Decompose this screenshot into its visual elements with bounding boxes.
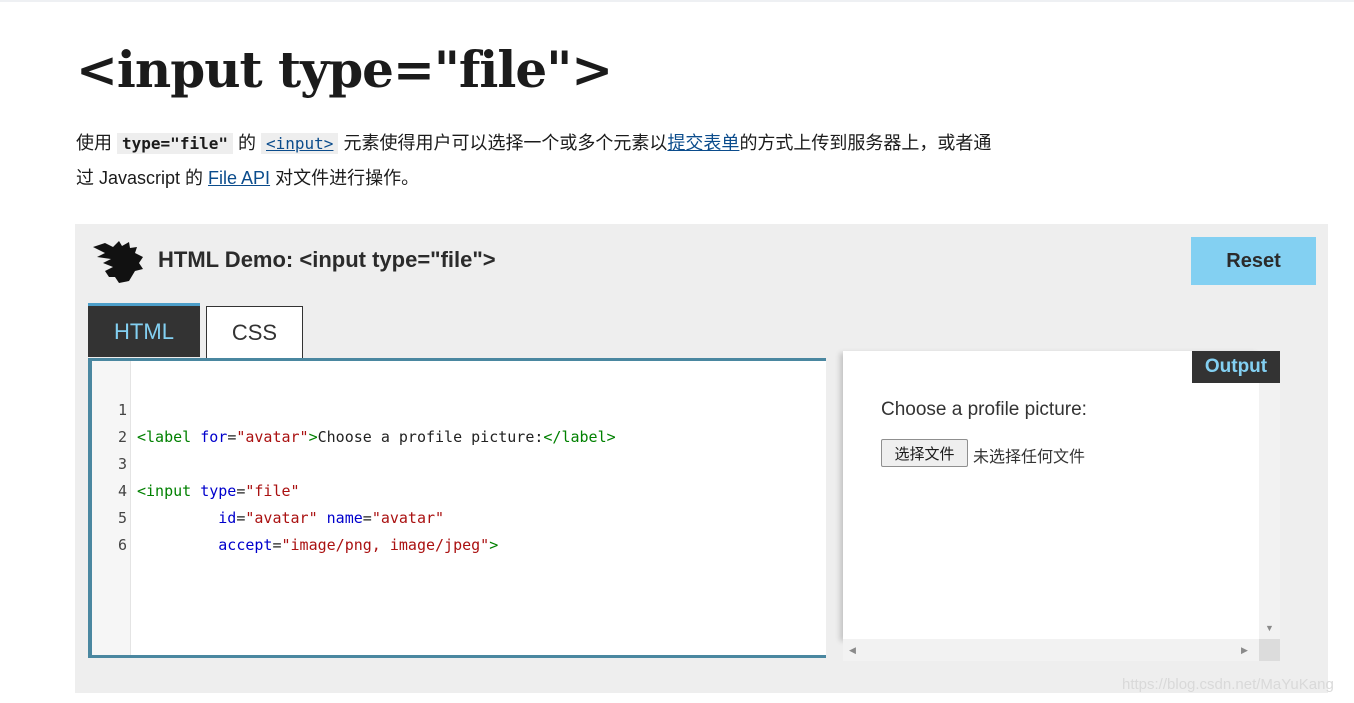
choose-file-button[interactable]: 选择文件 — [881, 439, 968, 467]
scrollbar-corner — [1259, 639, 1280, 661]
intro-text-2: 的 — [232, 133, 261, 153]
arrow-right-icon[interactable]: ▶ — [1241, 645, 1248, 655]
code-token: accept — [218, 536, 273, 554]
arrow-down-icon[interactable]: ▼ — [1265, 623, 1274, 633]
profile-picture-label: Choose a profile picture: — [881, 399, 1087, 420]
output-frame: Choose a profile picture: 选择文件 未选择任何文件 — [843, 351, 1259, 639]
page-title: <input type="file"> — [76, 40, 613, 99]
watermark: https://blog.csdn.net/MaYuKang — [1122, 676, 1334, 693]
inline-code-type-file: type="file" — [117, 133, 233, 154]
horizontal-scrollbar[interactable]: ◀ ▶ — [843, 639, 1259, 661]
output-panel: Choose a profile picture: 选择文件 未选择任何文件 O… — [843, 351, 1280, 661]
code-token: = — [272, 536, 282, 554]
code-line: 5 accept="image/png, image/jpeg"> — [92, 478, 826, 554]
submit-form-link[interactable]: 提交表单 — [667, 133, 739, 153]
intro-text-1: 使用 — [76, 133, 118, 153]
arrow-left-icon[interactable]: ◀ — [849, 645, 856, 655]
dinosaur-head-icon — [93, 241, 143, 283]
demo-title: HTML Demo: <input type="file"> — [158, 247, 496, 272]
code-line: 2 — [92, 397, 826, 446]
vertical-scrollbar[interactable]: ▼ — [1259, 383, 1280, 639]
code-line-content: accept="image/png, image/jpeg"> — [137, 532, 498, 559]
code-token: "image/png, image/jpeg" — [281, 536, 490, 554]
code-editor[interactable]: 1 <label for="avatar">Choose a profile p… — [88, 358, 826, 658]
interactive-demo: HTML Demo: <input type="file"> Reset HTM… — [75, 224, 1328, 693]
code-line: 6 — [92, 505, 826, 554]
code-line: 3 <input type="file" — [92, 424, 826, 500]
tab-html[interactable]: HTML — [88, 303, 200, 357]
intro-paragraph: 使用 type="file" 的 <input> 元素使得用户可以选择一个或多个… — [76, 126, 1006, 195]
tab-css[interactable]: CSS — [206, 306, 303, 358]
reset-button[interactable]: Reset — [1191, 237, 1316, 285]
intro-text-5: 对文件进行操作。 — [270, 168, 420, 188]
intro-text-3: 元素使得用户可以选择一个或多个元素以 — [338, 133, 668, 153]
line-number: 6 — [117, 536, 127, 554]
output-badge: Output — [1192, 351, 1280, 383]
code-line: 1 <label for="avatar">Choose a profile p… — [92, 370, 826, 446]
code-line: 4 id="avatar" name="avatar" — [92, 451, 826, 527]
file-status-text: 未选择任何文件 — [973, 447, 1086, 466]
input-element-link[interactable]: <input> — [261, 133, 339, 154]
file-api-link[interactable]: File API — [208, 168, 270, 188]
code-token: > — [489, 536, 499, 554]
top-rule — [0, 0, 1354, 2]
